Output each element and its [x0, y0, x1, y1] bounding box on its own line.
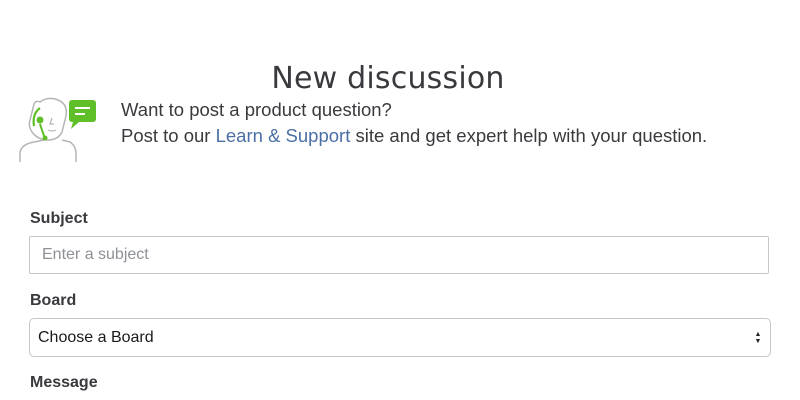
promo-text-before-link: Post to our: [121, 125, 216, 146]
support-agent-chat-icon: [19, 97, 96, 162]
learn-support-link[interactable]: Learn & Support: [216, 125, 351, 146]
board-label: Board: [30, 292, 77, 309]
board-select[interactable]: Choose a Board ▲ ▼: [29, 318, 771, 357]
board-select-value: Choose a Board: [38, 328, 154, 346]
promo-message: Want to post a product question? Post to…: [121, 97, 707, 149]
subject-label: Subject: [30, 210, 88, 227]
promo-description: Post to our Learn & Support site and get…: [121, 123, 707, 149]
promo-question: Want to post a product question?: [121, 99, 392, 120]
subject-input[interactable]: [29, 236, 769, 274]
message-label: Message: [30, 374, 98, 391]
select-updown-icon: ▲ ▼: [754, 330, 762, 345]
promo-text-after-link: site and get expert help with your quest…: [350, 125, 708, 146]
page-title: New discussion: [271, 61, 505, 97]
